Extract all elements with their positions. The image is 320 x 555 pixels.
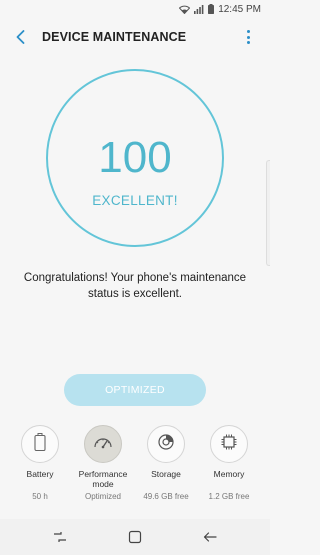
back-arrow-icon[interactable] xyxy=(11,28,29,46)
tile-value: 50 h xyxy=(32,492,48,501)
signal-icon xyxy=(194,4,204,14)
score-label: EXCELLENT! xyxy=(92,193,178,208)
navigation-bar xyxy=(0,519,270,555)
performance-mode-tile[interactable]: Performance mode Optimized xyxy=(71,425,135,501)
tile-name: Storage xyxy=(151,469,181,479)
optimize-button[interactable]: OPTIMIZED xyxy=(64,374,206,406)
score-value: 100 xyxy=(98,133,172,182)
memory-chip-icon xyxy=(220,433,238,456)
battery-tile-circle xyxy=(21,425,59,463)
memory-tile[interactable]: Memory 1.2 GB free xyxy=(197,425,261,501)
tile-value: 1.2 GB free xyxy=(208,492,250,501)
storage-disc-icon xyxy=(157,433,175,456)
storage-tile-circle xyxy=(147,425,185,463)
status-bar: 12:45 PM xyxy=(0,0,270,18)
speedometer-icon xyxy=(93,435,113,454)
maintenance-tiles: Battery 50 h Performance mode Optimized … xyxy=(0,425,270,505)
memory-tile-circle xyxy=(210,425,248,463)
recent-apps-icon[interactable] xyxy=(52,529,68,545)
back-icon[interactable] xyxy=(202,529,218,545)
battery-icon xyxy=(208,4,215,14)
storage-tile[interactable]: Storage 49.6 GB free xyxy=(134,425,198,501)
tile-name: Memory xyxy=(213,469,245,479)
tile-name: Performance mode xyxy=(78,469,128,489)
wifi-icon xyxy=(179,5,191,14)
performance-tile-circle xyxy=(84,425,122,463)
app-bar: DEVICE MAINTENANCE xyxy=(0,18,270,56)
more-options-icon[interactable] xyxy=(242,28,254,46)
battery-tile[interactable]: Battery 50 h xyxy=(8,425,72,501)
home-icon[interactable] xyxy=(127,529,143,545)
tile-name: Battery xyxy=(26,469,54,479)
tile-value: 49.6 GB free xyxy=(143,492,189,501)
status-time: 12:45 PM xyxy=(218,3,261,15)
page-title: DEVICE MAINTENANCE xyxy=(42,30,187,44)
battery-icon xyxy=(34,432,46,456)
tile-value: Optimized xyxy=(84,492,121,501)
status-message: Congratulations! Your phone's maintenanc… xyxy=(23,272,247,300)
